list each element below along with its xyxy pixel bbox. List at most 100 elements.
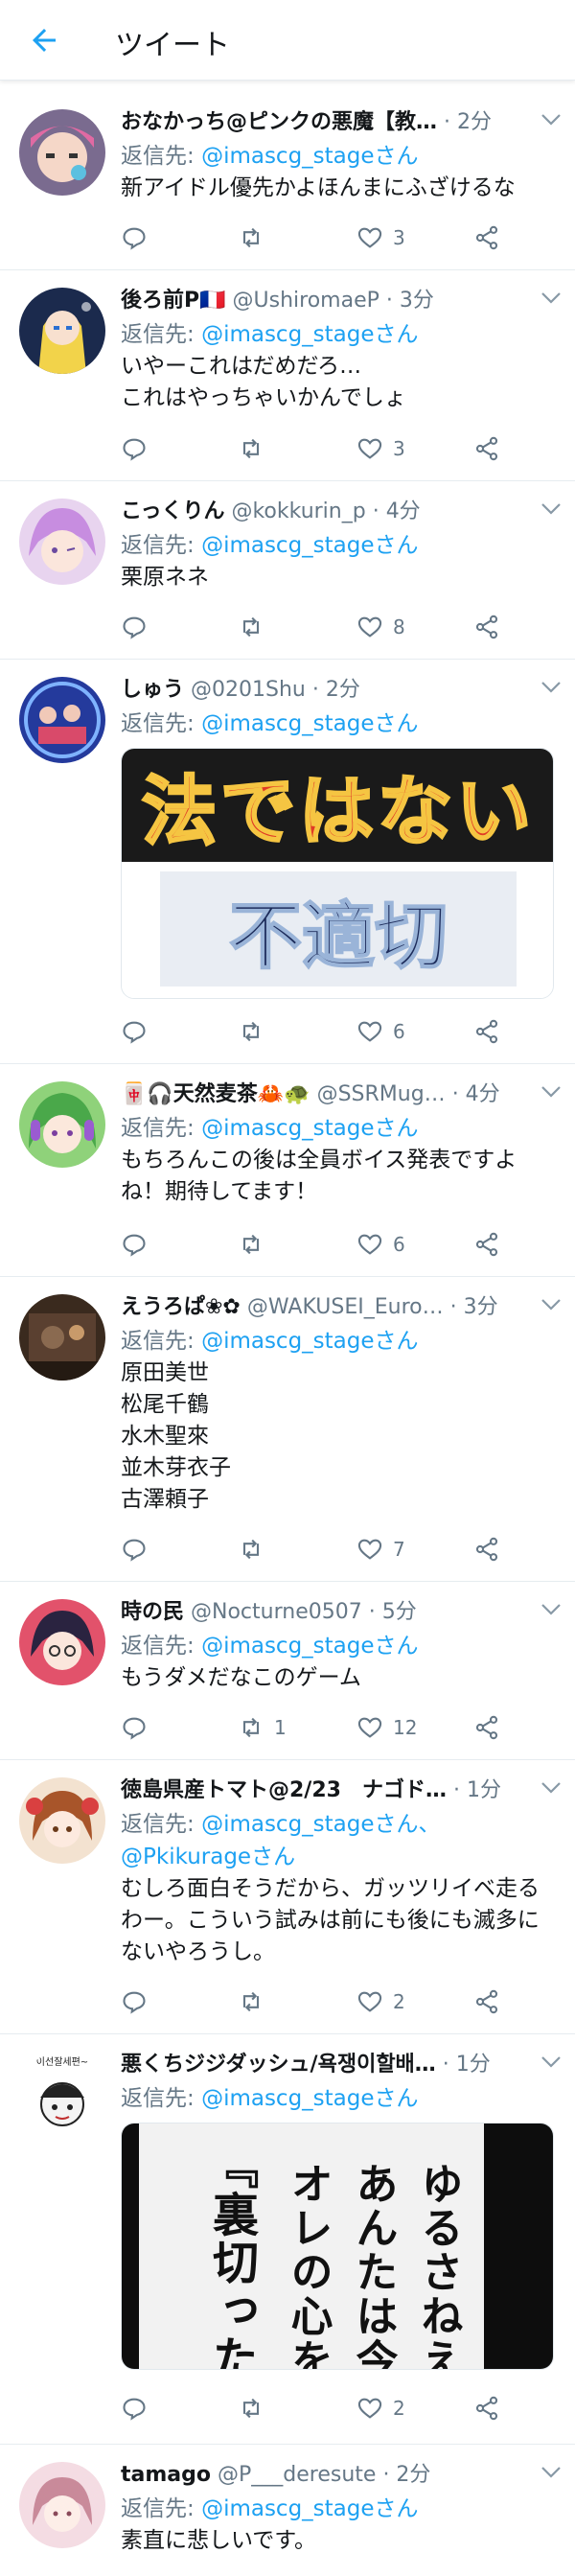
author-name[interactable]: 悪くちジジダッシュ/욕쟁이할배…	[121, 2053, 436, 2077]
share-button[interactable]	[473, 1012, 500, 1051]
author-handle: @UshiromaeP	[232, 289, 380, 313]
avatar[interactable]	[19, 677, 105, 763]
reply-to-link[interactable]: @imascg_stageさん	[201, 2496, 418, 2521]
share-button[interactable]	[473, 219, 500, 257]
reply-icon	[123, 2398, 146, 2421]
like-button[interactable]: 2	[356, 2389, 405, 2427]
reply-to-link[interactable]: @imascg_stageさん	[201, 144, 418, 169]
avatar[interactable]: 이선잘세편~	[19, 2052, 105, 2138]
author-name[interactable]: えうろぱ❀✿	[121, 1295, 241, 1319]
share-icon	[475, 436, 498, 461]
action-bar: 3	[121, 219, 542, 257]
reply-to-link[interactable]: @imascg_stageさん	[201, 322, 418, 347]
like-button[interactable]: 2	[356, 1983, 405, 2021]
tweet[interactable]: 이선잘세편~ 悪くちジジダッシュ/욕쟁이할배… · 1分 返信先: @imasc…	[0, 2034, 575, 2445]
share-button[interactable]	[473, 2389, 500, 2427]
action-bar: 8	[121, 608, 542, 646]
tweet[interactable]: おなかっち@ピンクの悪魔【教… · 2分 返信先: @imascg_stageさ…	[0, 92, 575, 270]
avatar[interactable]	[19, 1777, 105, 1864]
tweet[interactable]: tamago @P___deresute · 2分 返信先: @imascg_s…	[0, 2445, 575, 2576]
retweet-button[interactable]	[238, 1530, 274, 1568]
like-button[interactable]: 3	[356, 429, 405, 468]
reply-to-link[interactable]: @imascg_stageさん	[201, 533, 418, 558]
like-button[interactable]: 6	[356, 1012, 405, 1051]
avatar[interactable]	[19, 1294, 105, 1381]
reply-to-link[interactable]: @imascg_stageさん	[201, 711, 418, 736]
author-name[interactable]: 後ろ前P🇫🇷	[121, 289, 226, 313]
like-button[interactable]: 3	[356, 219, 405, 257]
reply-button[interactable]	[121, 219, 157, 257]
back-arrow-icon[interactable]	[27, 23, 61, 58]
tweet[interactable]: 🀄🎧天然麦茶🦀🐢 @SSRMug… · 4分 返信先: @imascg_stag…	[0, 1064, 575, 1277]
avatar[interactable]	[19, 2462, 105, 2548]
tweet[interactable]: 後ろ前P🇫🇷 @UshiromaeP · 3分 返信先: @imascg_sta…	[0, 270, 575, 481]
caret-down-icon[interactable]	[540, 681, 562, 694]
author-name[interactable]: おなかっち@ピンクの悪魔【教…	[121, 110, 437, 134]
author-name[interactable]: こっくりん	[121, 499, 224, 523]
reply-button[interactable]	[121, 1012, 157, 1051]
tweet[interactable]: 徳島県産トマト@2/23 ナゴド… · 1分 返信先: @imascg_stag…	[0, 1760, 575, 2034]
share-button[interactable]	[473, 1225, 500, 1264]
author-name[interactable]: 徳島県産トマト@2/23 ナゴド…	[121, 1778, 447, 1802]
share-button[interactable]	[473, 608, 500, 646]
reply-button[interactable]	[121, 1530, 157, 1568]
share-button[interactable]	[473, 1530, 500, 1568]
retweet-button[interactable]	[238, 608, 274, 646]
like-count: 6	[393, 1233, 405, 1256]
author-name[interactable]: tamago	[121, 2463, 211, 2487]
tweet-time: · 4分	[372, 499, 421, 523]
reply-button[interactable]	[121, 608, 157, 646]
tweet[interactable]: こっくりん @kokkurin_p · 4分 返信先: @imascg_stag…	[0, 481, 575, 660]
caret-down-icon[interactable]	[540, 2466, 562, 2479]
avatar[interactable]	[19, 1599, 105, 1685]
avatar[interactable]	[19, 288, 105, 374]
tweet-text: いやーこれはだめだろ… これはやっちゃいかんでしょ	[121, 354, 406, 410]
caret-down-icon[interactable]	[540, 1298, 562, 1311]
avatar[interactable]	[19, 1081, 105, 1168]
reply-to-link[interactable]: @imascg_stageさん	[201, 1634, 418, 1659]
caret-down-icon[interactable]	[540, 502, 562, 516]
retweet-button[interactable]	[238, 1983, 274, 2021]
tweet[interactable]: えうろぱ❀✿ @WAKUSEI_Euro… · 3分 返信先: @imascg_…	[0, 1277, 575, 1582]
caret-down-icon[interactable]	[540, 1781, 562, 1795]
reply-button[interactable]	[121, 1983, 157, 2021]
reply-to-link[interactable]: @imascg_stageさん	[201, 1116, 418, 1141]
media-image[interactable]: 法ではない 不適切	[121, 748, 554, 999]
caret-down-icon[interactable]	[540, 113, 562, 127]
retweet-button[interactable]	[238, 219, 274, 257]
tweet-time: · 1分	[452, 1778, 501, 1802]
reply-button[interactable]	[121, 429, 157, 468]
caret-down-icon[interactable]	[540, 1085, 562, 1099]
reply-button[interactable]	[121, 2389, 157, 2427]
like-count: 2	[393, 1990, 405, 2013]
media-image[interactable]: ゆるさねえ あんたは今 オレの心を 『裏切ったん	[121, 2123, 554, 2370]
tweet[interactable]: しゅう @0201Shu · 2分 返信先: @imascg_stageさん 法…	[0, 660, 575, 1064]
retweet-button[interactable]	[238, 1012, 274, 1051]
reply-button[interactable]	[121, 1708, 157, 1747]
retweet-button[interactable]	[238, 429, 274, 468]
caret-down-icon[interactable]	[540, 2055, 562, 2069]
author-name[interactable]: しゅう	[121, 678, 184, 702]
retweet-button[interactable]	[238, 1225, 274, 1264]
share-button[interactable]	[473, 429, 500, 468]
share-icon	[475, 225, 498, 250]
reply-to-link[interactable]: @imascg_stageさん	[201, 1329, 418, 1354]
reply-button[interactable]	[121, 1225, 157, 1264]
reply-to-link[interactable]: @imascg_stageさん	[201, 2086, 418, 2111]
retweet-button[interactable]	[238, 2389, 274, 2427]
avatar[interactable]	[19, 499, 105, 585]
author-name[interactable]: 時の民	[121, 1600, 184, 1624]
tweet[interactable]: 時の民 @Nocturne0507 · 5分 返信先: @imascg_stag…	[0, 1582, 575, 1760]
share-button[interactable]	[473, 1708, 500, 1747]
media-text-line4: 『裏切ったん	[204, 2143, 259, 2370]
retweet-button[interactable]: 1	[238, 1708, 287, 1747]
avatar[interactable]	[19, 109, 105, 196]
share-button[interactable]	[473, 1983, 500, 2021]
like-button[interactable]: 7	[356, 1530, 405, 1568]
like-button[interactable]: 12	[356, 1708, 417, 1747]
caret-down-icon[interactable]	[540, 291, 562, 305]
like-button[interactable]: 6	[356, 1225, 405, 1264]
like-button[interactable]: 8	[356, 608, 405, 646]
caret-down-icon[interactable]	[540, 1603, 562, 1616]
author-name[interactable]: 🀄🎧天然麦茶🦀🐢	[121, 1082, 310, 1106]
